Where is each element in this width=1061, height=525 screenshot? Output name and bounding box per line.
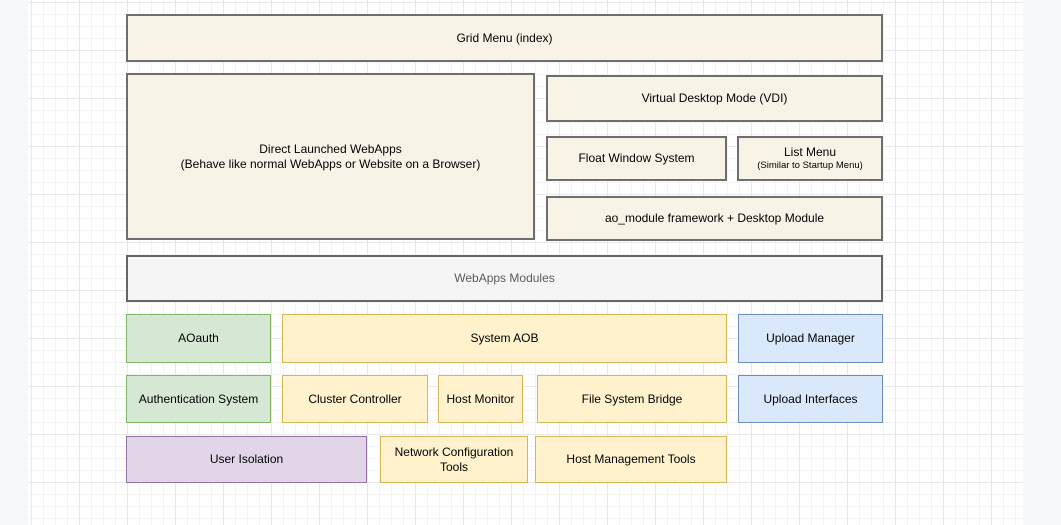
node-upload-manager: Upload Manager	[738, 314, 883, 363]
node-aoauth: AOauth	[126, 314, 271, 363]
node-ao-module-framework: ao_module framework + Desktop Module	[546, 196, 883, 241]
node-upload-interfaces: Upload Interfaces	[738, 375, 883, 423]
node-host-monitor-label: Host Monitor	[446, 392, 514, 407]
node-float-window-system: Float Window System	[546, 136, 727, 181]
node-network-configuration-tools-label: Network Configuration Tools	[387, 445, 521, 475]
node-cluster-controller: Cluster Controller	[282, 375, 428, 423]
node-file-system-bridge-label: File System Bridge	[582, 392, 683, 407]
node-list-menu-sublabel: (Similar to Startup Menu)	[757, 160, 863, 172]
node-direct-launched-webapps-label: Direct Launched WebApps	[259, 142, 402, 157]
node-authentication-system-label: Authentication System	[139, 392, 258, 407]
node-host-monitor: Host Monitor	[438, 375, 523, 423]
node-user-isolation-label: User Isolation	[210, 452, 283, 467]
node-grid-menu: Grid Menu (index)	[126, 14, 883, 62]
node-host-management-tools: Host Management Tools	[535, 436, 727, 483]
node-system-aob-label: System AOB	[470, 331, 538, 346]
node-system-aob: System AOB	[282, 314, 727, 363]
node-virtual-desktop-mode: Virtual Desktop Mode (VDI)	[546, 75, 883, 122]
node-virtual-desktop-mode-label: Virtual Desktop Mode (VDI)	[642, 91, 788, 106]
node-upload-interfaces-label: Upload Interfaces	[763, 392, 857, 407]
node-aoauth-label: AOauth	[178, 331, 219, 346]
node-upload-manager-label: Upload Manager	[766, 331, 855, 346]
node-file-system-bridge: File System Bridge	[537, 375, 727, 423]
node-network-configuration-tools: Network Configuration Tools	[380, 436, 528, 483]
node-user-isolation: User Isolation	[126, 436, 367, 483]
node-direct-launched-webapps: Direct Launched WebApps (Behave like nor…	[126, 73, 535, 240]
node-float-window-system-label: Float Window System	[578, 151, 694, 166]
node-list-menu: List Menu (Similar to Startup Menu)	[737, 136, 883, 181]
node-authentication-system: Authentication System	[126, 375, 271, 423]
node-list-menu-label: List Menu	[784, 145, 836, 160]
node-host-management-tools-label: Host Management Tools	[566, 452, 695, 467]
node-webapps-modules: WebApps Modules	[126, 255, 883, 302]
node-cluster-controller-label: Cluster Controller	[308, 392, 401, 407]
node-grid-menu-label: Grid Menu (index)	[456, 31, 552, 46]
node-webapps-modules-label: WebApps Modules	[454, 271, 555, 286]
node-direct-launched-webapps-sublabel: (Behave like normal WebApps or Website o…	[181, 157, 481, 172]
node-ao-module-framework-label: ao_module framework + Desktop Module	[605, 211, 824, 226]
diagram-page: Grid Menu (index) Direct Launched WebApp…	[0, 0, 1061, 525]
